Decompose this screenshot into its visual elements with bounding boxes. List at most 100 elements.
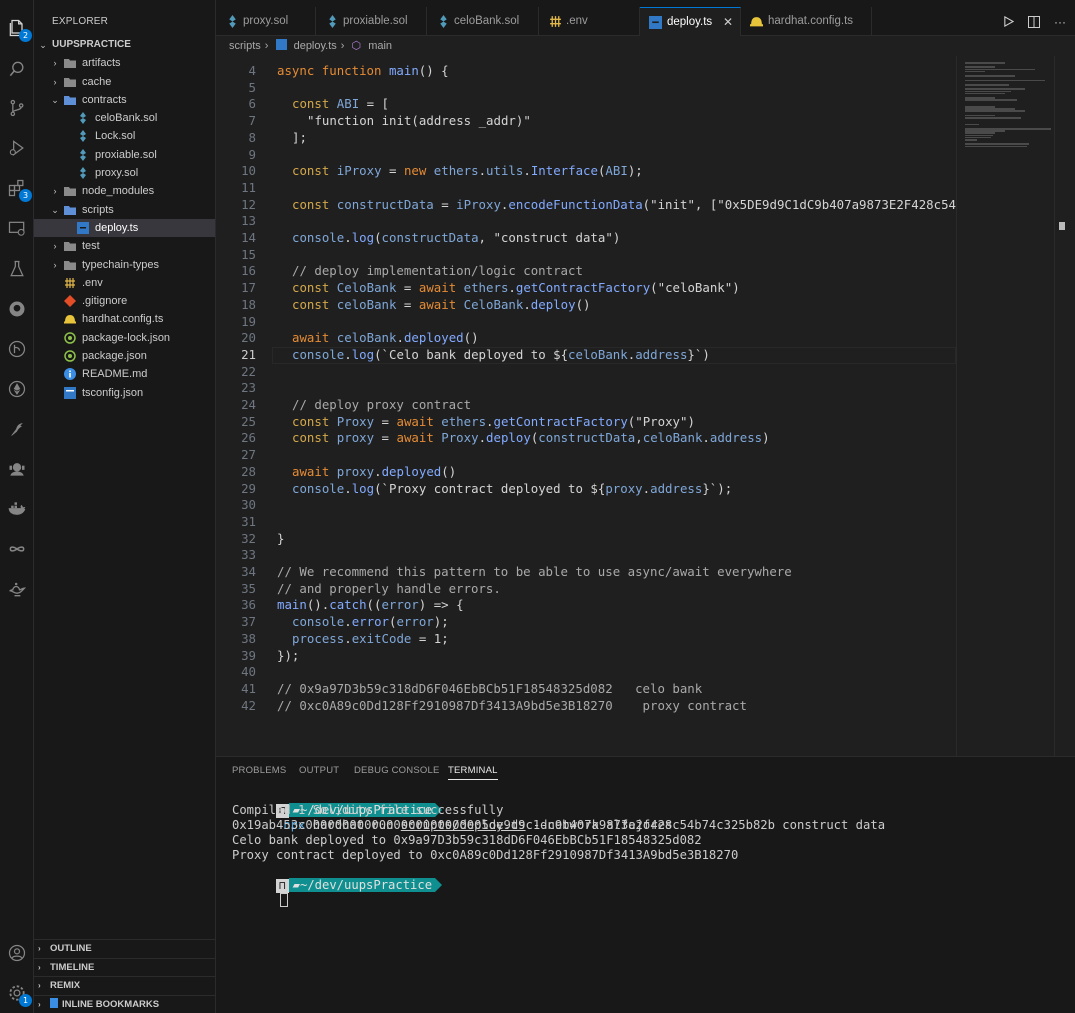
code-line[interactable]: 20 await celoBank.deployed() — [216, 330, 956, 347]
run-icon[interactable] — [1001, 15, 1015, 29]
tree-item[interactable]: › node_modules — [34, 182, 215, 200]
tab-proxy-sol[interactable]: proxy.sol — [216, 7, 316, 36]
tree-item[interactable]: package.json — [34, 347, 215, 365]
code-line[interactable]: 18 const celoBank = await CeloBank.deploy… — [216, 297, 956, 314]
tree-item[interactable]: › cache — [34, 73, 215, 91]
breadcrumb-file[interactable]: deploy.ts — [294, 40, 337, 52]
code-line[interactable]: 23 — [216, 380, 956, 397]
settings-gear-icon[interactable]: 1 — [5, 981, 32, 1007]
tab-hardhat-config[interactable]: hardhat.config.ts — [741, 7, 872, 36]
code-line[interactable]: 12 const constructData = iProxy.encodeFun… — [216, 197, 956, 214]
github-icon[interactable] — [5, 297, 29, 321]
code-line[interactable]: 11 — [216, 180, 956, 197]
code-line[interactable]: 7 "function init(address _addr)" — [216, 113, 956, 130]
tree-item[interactable]: hardhat.config.ts — [34, 310, 215, 328]
account-icon[interactable] — [5, 941, 29, 965]
tree-item[interactable]: celoBank.sol — [34, 109, 215, 127]
code-line[interactable]: 34 // We recommend this pattern to be abl… — [216, 564, 956, 581]
breadcrumb-scripts[interactable]: scripts — [229, 40, 261, 52]
code-line[interactable]: 33 — [216, 547, 956, 564]
code-line[interactable]: 36 main().catch((error) => { — [216, 597, 956, 614]
terminal-prompt-line[interactable]: ⊓ ▰~/dev/uupsPractice — [232, 863, 443, 907]
editor-scrollbar[interactable] — [1054, 56, 1068, 756]
code-line[interactable]: 5 — [216, 80, 956, 97]
section-inline-bookmarks[interactable]: › INLINE BOOKMARKS — [34, 994, 216, 1013]
tab-env[interactable]: .env — [539, 7, 640, 36]
code-line[interactable]: 10 const iProxy = new ethers.utils.Interf… — [216, 163, 956, 180]
tree-item[interactable]: ⌄ scripts — [34, 201, 215, 219]
tree-item[interactable]: package-lock.json — [34, 329, 215, 347]
extensions-icon[interactable]: 3 — [5, 176, 32, 202]
code-line[interactable]: 39}); — [216, 648, 956, 665]
tab-terminal[interactable]: TERMINAL — [448, 765, 498, 780]
code-line[interactable]: 32} — [216, 531, 956, 548]
tree-item[interactable]: .gitignore — [34, 292, 215, 310]
tree-item[interactable]: proxiable.sol — [34, 146, 215, 164]
genie-lamp-icon[interactable] — [5, 577, 29, 601]
close-tab-icon[interactable]: ✕ — [723, 8, 733, 37]
code-line[interactable]: 13 — [216, 213, 956, 230]
code-line[interactable]: 8]; — [216, 130, 956, 147]
tree-item[interactable]: proxy.sol — [34, 164, 215, 182]
code-line[interactable]: 14 console.log(constructData, "construct … — [216, 230, 956, 247]
tree-item[interactable]: Lock.sol — [34, 127, 215, 145]
code-line[interactable]: 15 — [216, 247, 956, 264]
code-line[interactable]: 16 // deploy implementation/logic contrac… — [216, 263, 956, 280]
minimap[interactable] — [956, 56, 1054, 756]
code-line[interactable]: 30 — [216, 497, 956, 514]
code-line[interactable]: 19 — [216, 314, 956, 331]
code-line[interactable]: 9 — [216, 147, 956, 164]
code-line[interactable]: 27 — [216, 447, 956, 464]
tree-item[interactable]: tsconfig.json — [34, 384, 215, 402]
remote-users-icon[interactable] — [5, 457, 29, 481]
tree-item[interactable]: › artifacts — [34, 54, 215, 72]
code-line[interactable]: 21 console.log(`Celo bank deployed to ${c… — [216, 346, 956, 364]
section-remix[interactable]: › REMIX — [34, 976, 216, 995]
tab-celobank-sol[interactable]: celoBank.sol — [427, 7, 539, 36]
tab-output[interactable]: OUTPUT — [299, 765, 339, 776]
tree-item[interactable]: deploy.ts — [34, 218, 215, 238]
tab-deploy-ts[interactable]: deploy.ts ✕ — [640, 7, 741, 36]
code-line[interactable]: 17 const CeloBank = await ethers.getContr… — [216, 280, 956, 297]
code-line[interactable]: 31 — [216, 514, 956, 531]
code-line[interactable]: 28 await proxy.deployed() — [216, 464, 956, 481]
ethereum-icon[interactable] — [5, 377, 29, 401]
code-line[interactable]: 29 console.log(`Proxy contract deployed t… — [216, 481, 956, 498]
git-graph-icon[interactable] — [5, 337, 29, 361]
tree-item[interactable]: › typechain-types — [34, 256, 215, 274]
docker-icon[interactable] — [5, 497, 29, 521]
tab-proxiable-sol[interactable]: proxiable.sol — [316, 7, 427, 36]
more-actions-icon[interactable]: ··· — [1053, 15, 1067, 29]
code-line[interactable]: 6 const ABI = [ — [216, 96, 956, 113]
breadcrumb-symbol[interactable]: main — [368, 40, 392, 52]
search-icon[interactable] — [5, 57, 29, 81]
code-line[interactable]: 26 const proxy = await Proxy.deploy(const… — [216, 430, 956, 447]
tree-item[interactable]: README.md — [34, 365, 215, 383]
code-line[interactable]: 40 — [216, 664, 956, 681]
code-line[interactable]: 37 console.error(error); — [216, 614, 956, 631]
code-editor[interactable]: 4 async function main() {5 6 const ABI = [7… — [216, 56, 1075, 756]
tab-debug-console[interactable]: DEBUG CONSOLE — [354, 765, 439, 776]
run-debug-icon[interactable] — [5, 136, 29, 160]
code-line[interactable]: 25 const Proxy = await ethers.getContract… — [216, 414, 956, 431]
workspace-root[interactable]: ⌄ UUPSPRACTICE — [34, 36, 215, 54]
tab-problems[interactable]: PROBLEMS — [232, 765, 286, 776]
split-editor-icon[interactable] — [1027, 15, 1041, 29]
section-outline[interactable]: › OUTLINE — [34, 939, 216, 958]
source-control-icon[interactable] — [5, 96, 29, 120]
section-timeline[interactable]: › TIMELINE — [34, 957, 216, 977]
code-line[interactable]: 38 process.exitCode = 1; — [216, 631, 956, 648]
code-line[interactable]: 22 — [216, 364, 956, 381]
code-line[interactable]: 35 // and properly handle errors. — [216, 581, 956, 598]
code-line[interactable]: 24 // deploy proxy contract — [216, 397, 956, 414]
code-line[interactable]: 41 // 0x9a97D3b59c318dD6F046EbBCb51F18548… — [216, 681, 956, 698]
code-line[interactable]: 42 // 0xc0A89c0Dd128Ff2910987Df3413A9bd5e… — [216, 698, 956, 715]
testing-icon[interactable] — [5, 257, 29, 281]
tree-item[interactable]: ⌄ contracts — [34, 91, 215, 109]
explorer-icon[interactable]: 2 — [5, 16, 32, 42]
hardhat-bird-icon[interactable] — [5, 417, 29, 441]
remote-explorer-icon[interactable] — [5, 217, 29, 241]
infinity-icon[interactable] — [5, 537, 29, 561]
code-line[interactable]: 4 async function main() { — [216, 63, 956, 80]
tree-item[interactable]: › test — [34, 237, 215, 255]
